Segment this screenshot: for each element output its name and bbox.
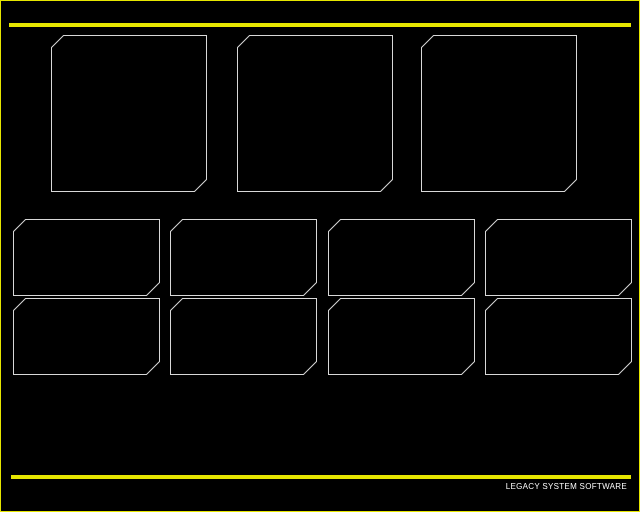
large-tile-2[interactable] bbox=[237, 35, 393, 192]
large-tile-3[interactable] bbox=[421, 35, 577, 192]
small-tile-7[interactable] bbox=[328, 298, 475, 375]
brand-label: LEGACY SYSTEM SOFTWARE bbox=[505, 482, 627, 491]
small-tile-8[interactable] bbox=[485, 298, 632, 375]
small-tile-3[interactable] bbox=[328, 219, 475, 296]
bottom-divider bbox=[11, 475, 631, 479]
small-tile-1[interactable] bbox=[13, 219, 160, 296]
small-tile-4[interactable] bbox=[485, 219, 632, 296]
small-tile-2[interactable] bbox=[170, 219, 317, 296]
small-tile-5[interactable] bbox=[13, 298, 160, 375]
top-divider bbox=[9, 23, 631, 27]
small-tile-6[interactable] bbox=[170, 298, 317, 375]
large-tile-1[interactable] bbox=[51, 35, 207, 192]
